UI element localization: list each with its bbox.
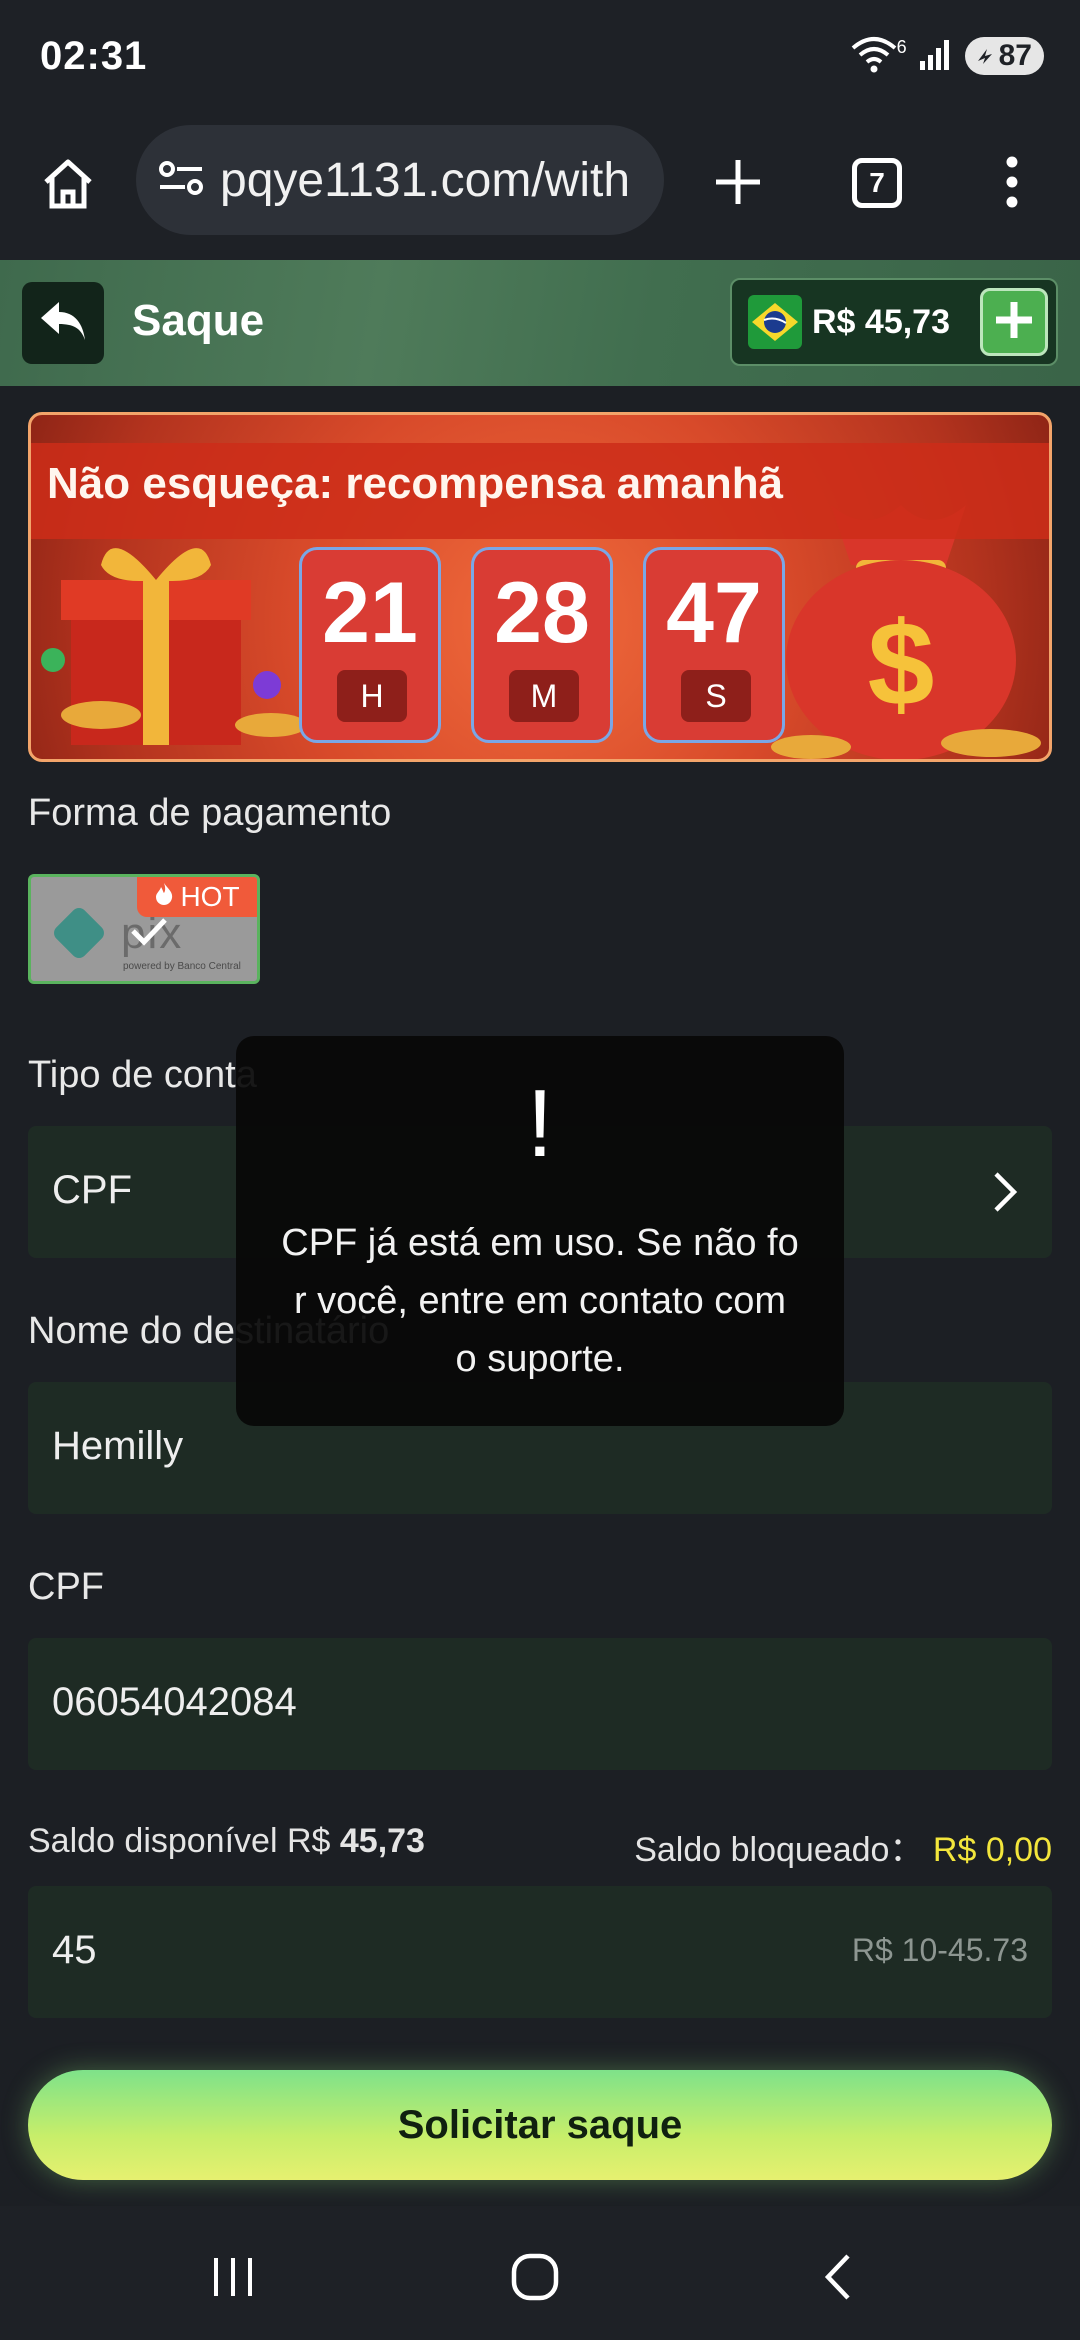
system-icons: 6 87 xyxy=(849,34,1044,78)
account-type-label: Tipo de conta xyxy=(28,1054,257,1096)
countdown-minutes-value: 28 xyxy=(494,565,590,661)
countdown-seconds-unit: S xyxy=(681,670,751,722)
battery-level: 87 xyxy=(998,39,1032,72)
banner-title: Não esqueça: recompensa amanhã xyxy=(47,459,784,508)
cpf-label: CPF xyxy=(28,1566,104,1608)
cpf-value: 06054042084 xyxy=(52,1680,297,1724)
countdown-minutes: 28 M xyxy=(471,547,613,743)
countdown-hours-unit: H xyxy=(337,670,407,722)
svg-text:$: $ xyxy=(868,597,935,731)
wifi-icon xyxy=(849,34,899,79)
wifi-badge: 6 xyxy=(896,36,907,57)
countdown-minutes-unit: M xyxy=(509,670,579,722)
flame-icon xyxy=(154,881,174,913)
status-bar: 02:31 6 87 xyxy=(0,0,1080,118)
balance-display: R$ 45,73 xyxy=(730,278,1058,366)
signal-icon xyxy=(919,37,953,76)
url-bar[interactable]: pqye1131.com/with xyxy=(136,125,664,235)
account-type-value: CPF xyxy=(52,1168,132,1212)
pix-payment-option[interactable]: pix powered by Banco Central HOT xyxy=(28,874,260,984)
toast-message: CPF já está em uso. Se não for você, ent… xyxy=(281,1222,799,1380)
cpf-field[interactable]: 06054042084 xyxy=(28,1638,1052,1770)
countdown-hours: 21 H xyxy=(299,547,441,743)
home-nav-icon[interactable] xyxy=(510,2252,560,2307)
balance-amount: R$ 45,73 xyxy=(812,302,950,341)
recipient-name-value: Hemilly xyxy=(52,1424,184,1468)
chevron-right-icon xyxy=(992,1170,1018,1219)
checkmark-icon xyxy=(129,915,169,952)
url-text: pqye1131.com/with xyxy=(220,153,631,207)
available-balance-label: Saldo disponível R$ xyxy=(28,1822,331,1860)
brazil-flag-icon xyxy=(748,295,802,349)
site-settings-icon[interactable] xyxy=(158,158,204,203)
countdown-hours-value: 21 xyxy=(322,565,418,661)
tabs-icon[interactable]: 7 xyxy=(852,158,902,208)
blocked-balance-value: R$ 0,00 xyxy=(932,1831,1052,1869)
amount-range-hint: R$ 10-45.73 xyxy=(851,1932,1028,1968)
pix-logo-icon xyxy=(45,899,113,972)
amount-field[interactable]: 45 R$ 10-45.73 xyxy=(28,1886,1052,2018)
browser-toolbar: pqye1131.com/with 7 xyxy=(0,118,1080,260)
request-withdrawal-button[interactable]: Solicitar saque xyxy=(28,2070,1052,2180)
balance-info-row: Saldo disponível R$ 45,73 Saldo bloquead… xyxy=(28,1822,1052,1869)
deposit-button[interactable] xyxy=(980,288,1048,356)
pix-subtext: powered by Banco Central xyxy=(123,961,241,972)
home-icon[interactable] xyxy=(40,156,96,217)
app-header: Saque R$ 45,73 xyxy=(0,260,1080,386)
payment-method-label: Forma de pagamento xyxy=(28,792,392,834)
new-tab-icon[interactable] xyxy=(712,156,764,213)
back-button[interactable] xyxy=(22,282,104,364)
hot-badge: HOT xyxy=(137,877,257,917)
back-nav-icon[interactable] xyxy=(820,2252,854,2307)
blocked-balance-label: Saldo bloqueado： xyxy=(634,1831,924,1869)
error-toast: ! CPF já está em uso. Se não for você, e… xyxy=(236,1036,844,1426)
reward-banner[interactable]: $ Não esqueça: recompensa amanhã 21 H 28… xyxy=(28,412,1052,762)
plus-icon xyxy=(992,298,1036,347)
recent-apps-icon[interactable] xyxy=(210,2254,256,2305)
blocked-balance: Saldo bloqueado： R$ 0,00 xyxy=(634,1822,1052,1871)
page-title: Saque xyxy=(132,296,265,345)
battery-icon: 87 xyxy=(964,37,1044,75)
alert-icon: ! xyxy=(526,1070,554,1177)
countdown-seconds: 47 S xyxy=(643,547,785,743)
available-balance-value: 45,73 xyxy=(339,1822,425,1860)
back-arrow-icon xyxy=(37,298,89,349)
tab-count: 7 xyxy=(869,167,885,198)
countdown-seconds-value: 47 xyxy=(666,565,762,661)
more-icon[interactable] xyxy=(1000,154,1024,215)
hot-badge-text: HOT xyxy=(180,881,240,912)
system-nav-bar xyxy=(0,2206,1080,2340)
status-time: 02:31 xyxy=(40,34,148,78)
amount-value: 45 xyxy=(52,1928,97,1972)
